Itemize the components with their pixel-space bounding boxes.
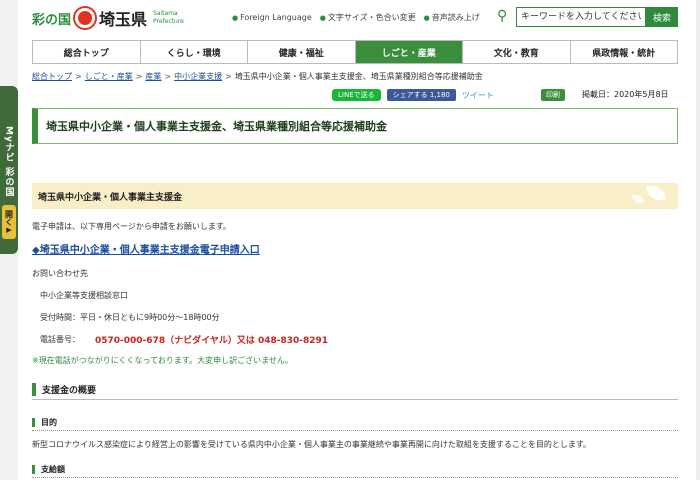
mynavi-label: Myナビ 彩の国 (3, 126, 14, 197)
phone-number: 0570-000-678（ナビダイヤル）又は 048-830-8291 (95, 336, 329, 346)
leaf-decoration-small-icon (632, 195, 644, 203)
page-title: 埼玉県中小企業・個人事業主支援金、埼玉県業種別組合等応援補助金 (32, 108, 678, 144)
breadcrumb-link-top[interactable]: 総合トップ (32, 72, 72, 81)
page-scrollbar[interactable] (696, 0, 700, 480)
read-aloud-link[interactable]: 音声読み上げ (424, 12, 480, 23)
logo-english-line1: Saitama (153, 10, 178, 17)
text-size-color-link[interactable]: 文字サイズ・色合い変更 (320, 12, 416, 23)
prefecture-mark-icon (75, 8, 96, 28)
logo-ayanokuni: 彩の国 (32, 12, 72, 28)
search-button[interactable]: 検索 (646, 7, 678, 27)
heading-marker (32, 465, 35, 474)
nav-item-living[interactable]: くらし・環境 (140, 41, 248, 63)
purpose-text: 新型コロナウイルス感染症により経営上の影響を受けている県内中小企業・個人事業主の… (32, 440, 592, 449)
nav-item-health[interactable]: 健康・福祉 (248, 41, 356, 63)
breadcrumb: 総合トップ > しごと・産業 > 産業 > 中小企業支援 > 埼玉県中小企業・個人事業主支援金、… (32, 72, 483, 81)
nav-item-top[interactable]: 総合トップ (33, 41, 141, 63)
nav-item-work[interactable]: しごと・産業 (355, 41, 463, 63)
line-share-button[interactable]: LINEで送る (332, 89, 381, 101)
contact-label: お問い合わせ先 (32, 269, 88, 278)
search-input[interactable] (516, 7, 646, 27)
logo-english-line2: Prefecture (153, 18, 184, 25)
breadcrumb-link-work[interactable]: しごと・産業 (85, 72, 133, 81)
mynavi-open-button[interactable]: 開く ▶ (2, 204, 16, 239)
eligible-heading-text: 支給額 (41, 465, 65, 474)
print-button[interactable]: 印刷 (541, 89, 565, 101)
breadcrumb-link-industry[interactable]: 産業 (145, 72, 161, 81)
logo-english: Saitama Prefecture (153, 10, 184, 26)
search-icon: ⚲ (497, 8, 508, 24)
heading-bar (32, 383, 36, 396)
site-logo[interactable]: 彩の国 埼玉県 Saitama Prefecture (32, 6, 184, 30)
arrow-right-icon: ▶ (6, 225, 12, 234)
purpose-heading: 目的 (32, 415, 678, 431)
mynavi-tab[interactable]: Myナビ 彩の国 開く ▶ (0, 86, 18, 254)
leaf-decoration-icon (646, 186, 666, 200)
overview-heading-text: 支援金の概要 (42, 386, 97, 396)
apply-link[interactable]: ◆埼玉県中小企業・個人事業主支援金電子申請入口 (32, 241, 260, 256)
facebook-share-button[interactable]: シェアする 1,180 (386, 89, 456, 101)
heading-marker (32, 418, 35, 427)
breadcrumb-link-sme[interactable]: 中小企業支援 (174, 72, 222, 81)
mynavi-open-label: 開く (4, 209, 14, 226)
section-heading-text: 埼玉県中小企業・個人事業主支援金 (38, 192, 183, 203)
tweet-button[interactable]: ツイート (462, 90, 494, 101)
foreign-language-link[interactable]: Foreign Language (232, 13, 312, 22)
purpose-heading-text: 目的 (41, 418, 57, 427)
nav-item-government[interactable]: 県政情報・統計 (570, 41, 677, 63)
published-date: 掲載日：2020年5月8日 (582, 90, 669, 99)
phone-label: 電話番号： (40, 335, 80, 344)
intro-text: 電子申請は、以下専用ページから申請をお願いします。 (32, 222, 232, 231)
breadcrumb-current: 埼玉県中小企業・個人事業主支援金、埼玉県業種別組合等応援補助金 (234, 72, 483, 81)
global-nav: 総合トップ くらし・環境 健康・福祉 しごと・産業 文化・教育 県政情報・統計 (32, 40, 678, 64)
section-heading: 埼玉県中小企業・個人事業主支援金 (32, 183, 678, 209)
overview-heading: 支援金の概要 (32, 380, 678, 400)
utility-links: Foreign Language 文字サイズ・色合い変更 音声読み上げ (232, 12, 480, 23)
share-buttons: LINEで送る シェアする 1,180 ツイート (332, 89, 494, 101)
nav-item-culture[interactable]: 文化・教育 (463, 41, 571, 63)
logo-prefecture: 埼玉県 (99, 10, 148, 29)
phone-notice: ※現在電話がつながりにくくなっております。大変申し訳ございません。 (32, 356, 293, 365)
contact-office: 中小企業等支援相談窓口 (40, 291, 128, 300)
eligible-heading: 支給額 (32, 462, 678, 478)
business-hours: 受付時間：平日・休日ともに9時00分～18時00分 (40, 313, 220, 322)
